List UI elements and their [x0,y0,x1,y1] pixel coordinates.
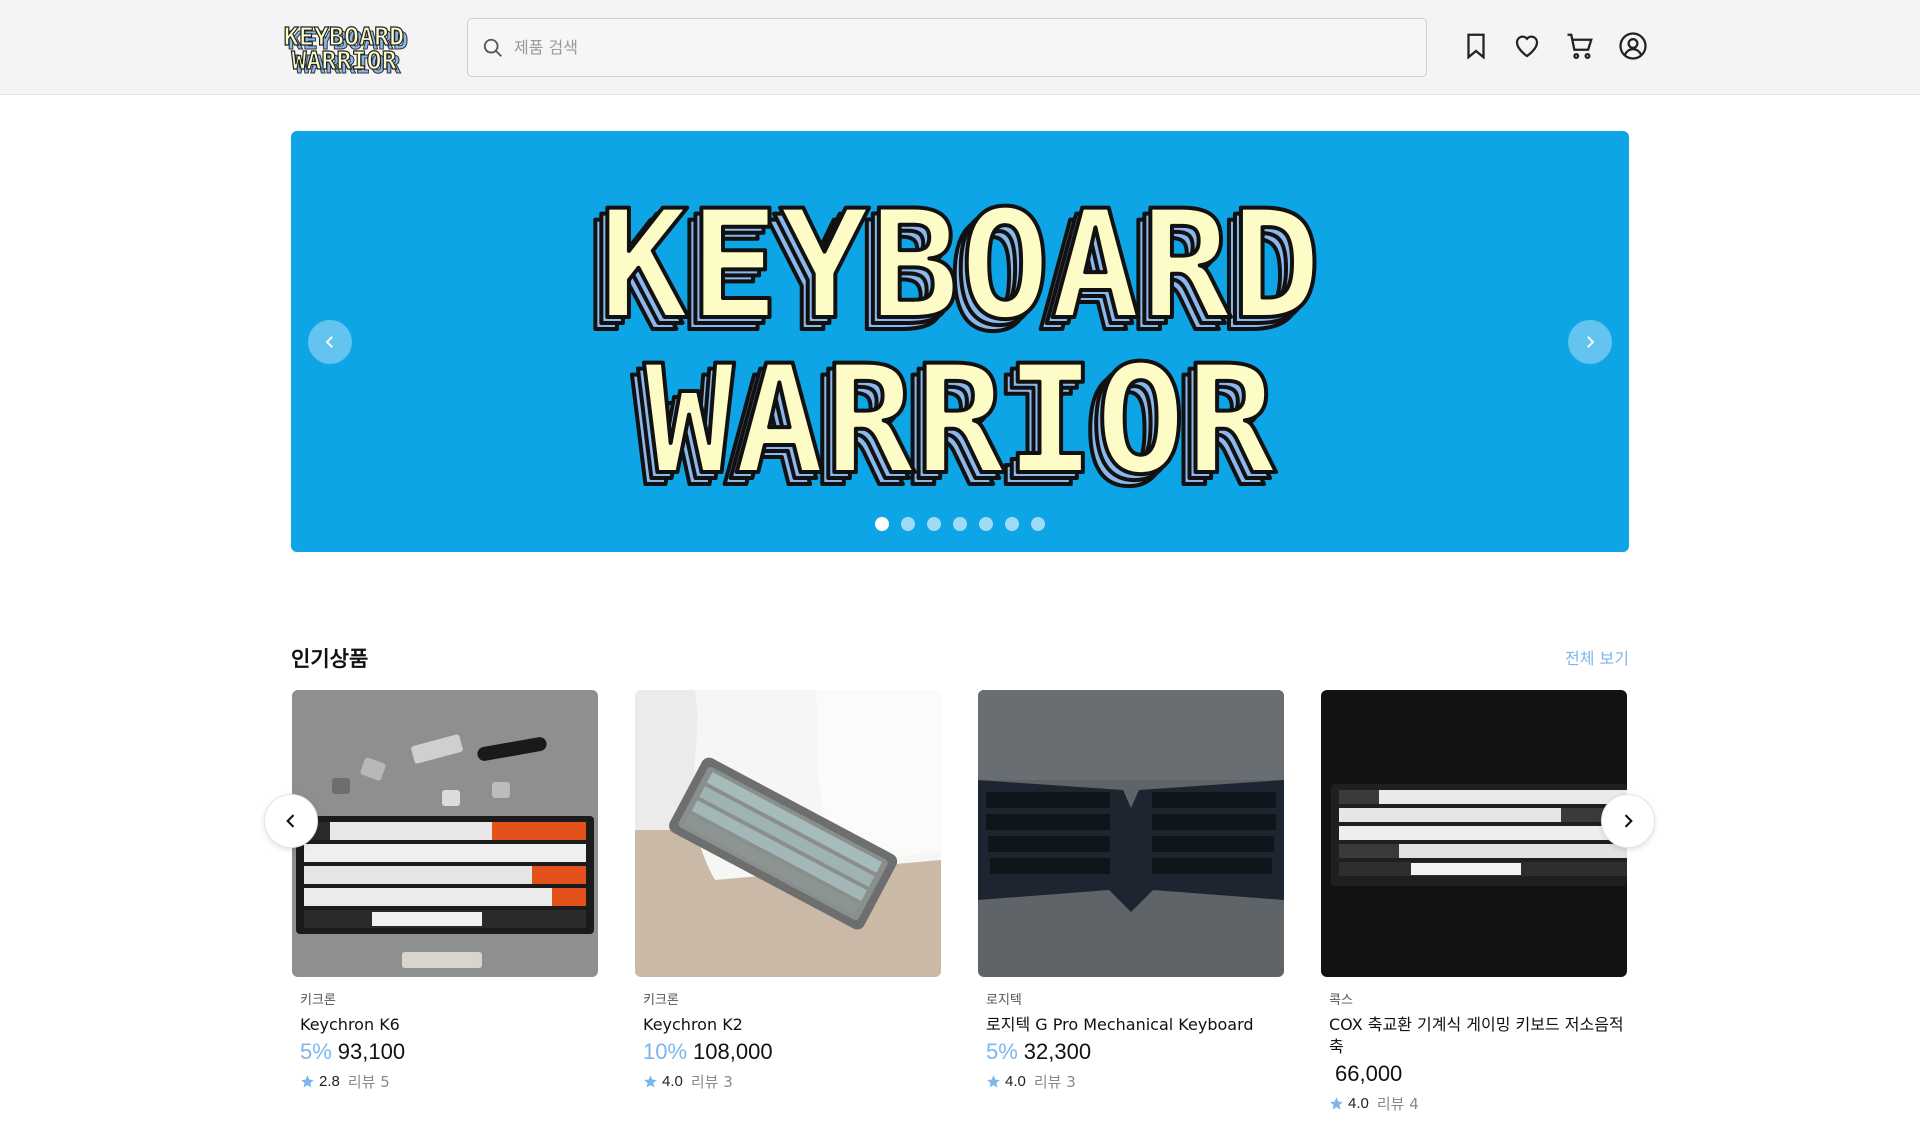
product-carousel: 키크론 Keychron K6 5% 93,100 2.8 리뷰 5 키크론 K… [292,690,1629,1130]
star-icon [1330,1097,1343,1110]
hero-banner[interactable]: KEYBOARD KEYBOARD KEYBOARD WARRIOR WARRI… [291,131,1629,552]
price-row: 5% 93,100 [300,1039,598,1065]
star-icon [644,1075,657,1088]
rating-row: 2.8 리뷰 5 [300,1071,598,1092]
product-price: 66,000 [1335,1061,1403,1086]
product-brand: 로지텍 [986,993,1022,1008]
price-row: 66,000 [1329,1061,1627,1087]
star-icon [987,1075,1000,1088]
banner-pagination [291,517,1629,531]
discount-rate: 5% [300,1039,332,1064]
product-name[interactable]: COX 축교환 기계식 게이밍 키보드 저소음적축 [1329,1014,1624,1058]
site-logo[interactable]: KEYBOARD KEYBOARD WARRIOR WARRIOR [276,18,412,79]
banner-dot[interactable] [953,517,967,531]
banner-prev-button[interactable] [308,320,352,364]
product-brand: 키크론 [300,993,336,1008]
product-brand: 콕스 [1329,993,1353,1008]
review-count: 리뷰 3 [1033,1073,1076,1091]
review-count: 리뷰 3 [690,1073,733,1091]
carousel-next-button[interactable] [1601,794,1655,848]
product-image [292,690,598,977]
product-brand: 키크론 [643,993,679,1008]
user-icon[interactable] [1618,31,1648,61]
product-price: 108,000 [693,1039,773,1064]
discount-rate: 10% [643,1039,688,1064]
section-title: 인기상품 [291,647,369,671]
banner-dot[interactable] [979,517,993,531]
rating-row: 4.0 리뷰 4 [1329,1093,1627,1114]
product-image [978,690,1284,977]
rating-value: 4.0 [662,1073,683,1090]
product-image [1321,690,1627,977]
rating-row: 4.0 리뷰 3 [643,1071,941,1092]
rating-value: 4.0 [1005,1073,1026,1090]
product-name[interactable]: Keychron K2 [643,1014,938,1036]
rating-value: 2.8 [319,1073,340,1090]
search-icon [483,38,502,57]
price-row: 10% 108,000 [643,1039,941,1065]
carousel-prev-button[interactable] [264,794,318,848]
product-card[interactable]: 콕스 COX 축교환 기계식 게이밍 키보드 저소음적축 66,000 4.0 … [1321,690,1627,1114]
svg-text:KEYBOARD: KEYBOARD [599,186,1321,353]
chevron-left-icon [286,814,295,828]
review-count: 리뷰 4 [1376,1095,1419,1113]
banner-next-button[interactable] [1568,320,1612,364]
review-count: 리뷰 5 [347,1073,390,1091]
discount-rate: 5% [986,1039,1018,1064]
svg-text:WARRIOR: WARRIOR [291,46,397,75]
product-card[interactable]: 키크론 Keychron K2 10% 108,000 4.0 리뷰 3 [635,690,941,1092]
product-name[interactable]: Keychron K6 [300,1014,595,1036]
banner-dot[interactable] [901,517,915,531]
chevron-left-icon [325,336,333,348]
rating-value: 4.0 [1348,1095,1369,1112]
price-row: 5% 32,300 [986,1039,1284,1065]
search-input[interactable] [514,38,1394,57]
product-card[interactable]: 로지텍 로지텍 G Pro Mechanical Keyboard 5% 32,… [978,690,1284,1092]
search-bar [467,18,1427,77]
cart-icon[interactable] [1565,31,1595,61]
banner-dot[interactable] [875,517,889,531]
banner-dot[interactable] [1031,517,1045,531]
site-header: KEYBOARD KEYBOARD WARRIOR WARRIOR [0,0,1920,95]
banner-dot[interactable] [927,517,941,531]
svg-text:WARRIOR: WARRIOR [644,334,1277,506]
see-all-link[interactable]: 전체 보기 [1565,645,1629,669]
heart-icon[interactable] [1512,31,1542,61]
chevron-right-icon [1587,336,1595,348]
banner-logo-art: KEYBOARD KEYBOARD KEYBOARD WARRIOR WARRI… [585,186,1323,506]
product-price: 93,100 [337,1039,406,1064]
product-image [635,690,941,977]
rating-row: 4.0 리뷰 3 [986,1071,1284,1092]
product-card[interactable]: 키크론 Keychron K6 5% 93,100 2.8 리뷰 5 [292,690,598,1092]
product-name[interactable]: 로지텍 G Pro Mechanical Keyboard [986,1014,1281,1036]
chevron-right-icon [1624,814,1633,828]
star-icon [301,1075,314,1088]
banner-dot[interactable] [1005,517,1019,531]
bookmark-icon[interactable] [1461,31,1491,61]
product-price: 32,300 [1023,1039,1092,1064]
